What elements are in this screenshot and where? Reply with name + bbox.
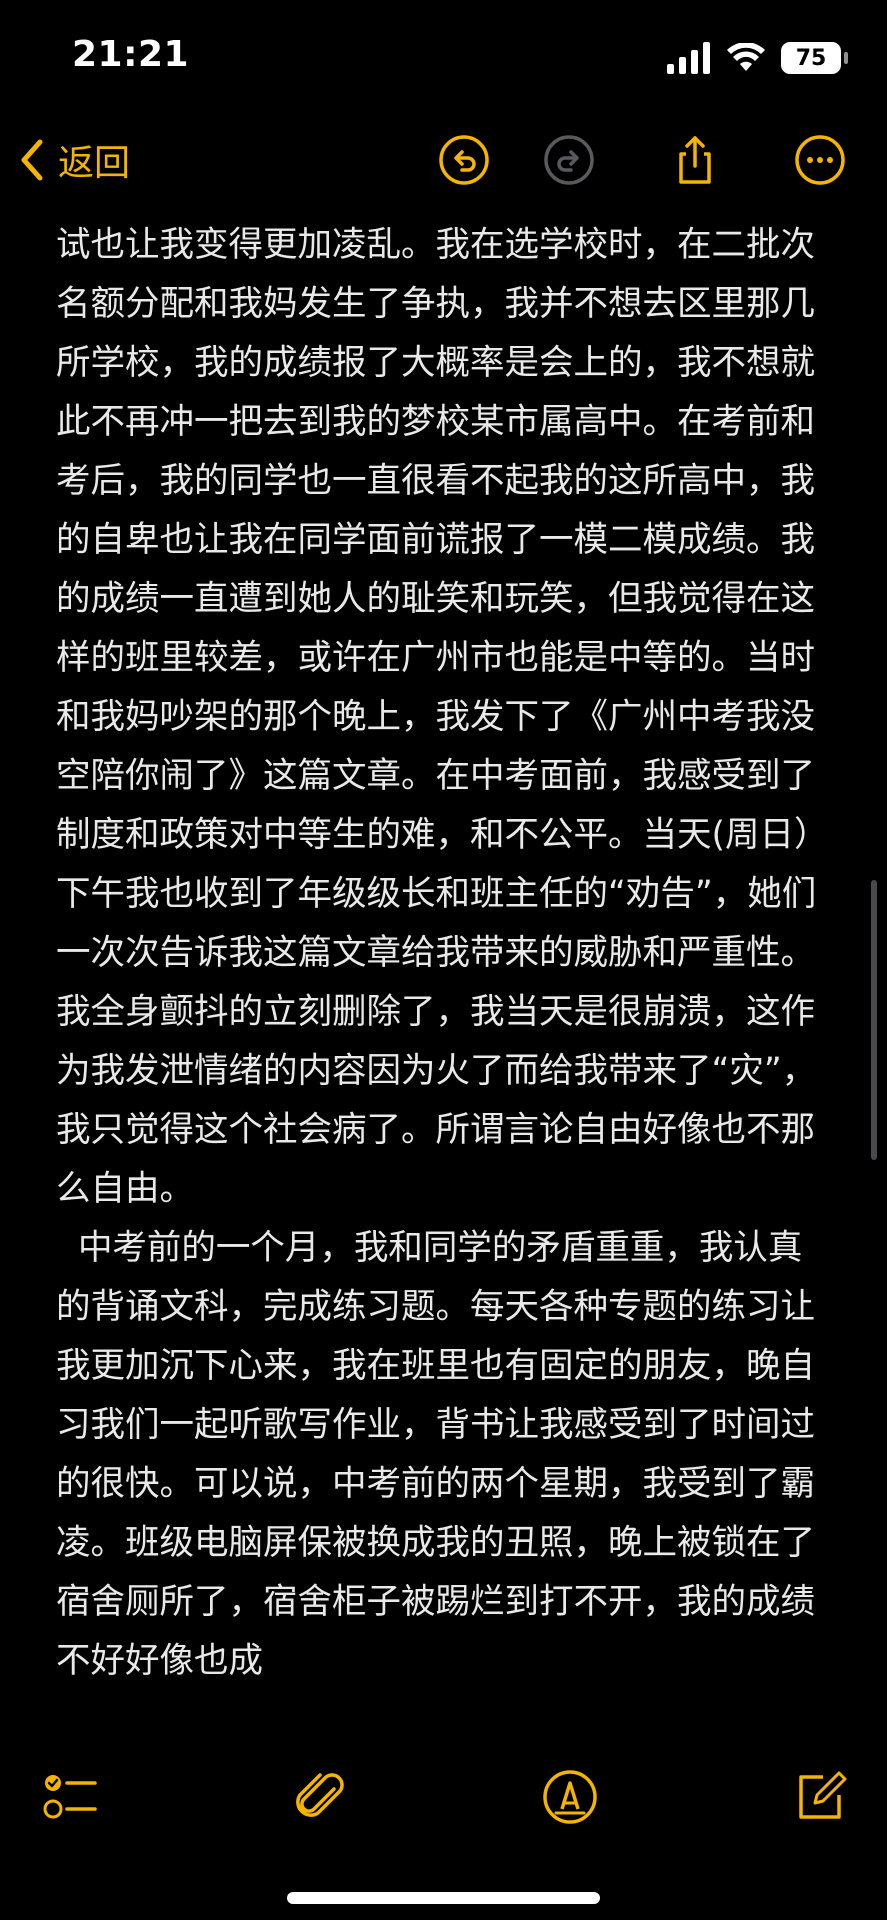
back-button[interactable]: 返回 — [18, 130, 130, 190]
signal-icon — [667, 42, 710, 74]
compose-icon — [799, 1771, 847, 1819]
status-time: 21:21 — [72, 34, 190, 75]
attachment-button[interactable] — [287, 1762, 357, 1832]
checklist-button[interactable] — [36, 1762, 106, 1832]
undo-button[interactable] — [432, 128, 496, 192]
battery-level: 75 — [795, 45, 827, 71]
bottom-toolbar — [0, 1750, 887, 1850]
status-bar: 21:21 75 — [0, 0, 887, 110]
scroll-indicator[interactable] — [871, 880, 877, 1160]
markup-button[interactable] — [535, 1762, 605, 1832]
wifi-icon — [727, 43, 765, 71]
redo-icon — [544, 135, 594, 185]
status-icons: 75 — [667, 40, 848, 76]
chevron-left-icon — [21, 139, 43, 181]
battery-icon: 75 — [781, 42, 848, 74]
back-label: 返回 — [58, 143, 131, 184]
share-icon — [679, 136, 711, 184]
nav-bar: 返回 — [0, 120, 887, 200]
paperclip-icon — [296, 1773, 344, 1817]
note-body[interactable]: 试也让我变得更加凌乱。我在选学校时，在二批次名额分配和我妈发生了争执，我并不想去… — [56, 216, 831, 1730]
more-button[interactable] — [788, 128, 852, 192]
checklist-icon — [43, 1775, 97, 1819]
share-button[interactable] — [663, 128, 727, 192]
markup-pen-icon — [543, 1770, 597, 1824]
undo-icon — [439, 135, 489, 185]
more-icon — [795, 135, 845, 185]
home-indicator[interactable] — [287, 1892, 600, 1904]
compose-button[interactable] — [786, 1762, 856, 1832]
redo-button[interactable] — [537, 128, 601, 192]
